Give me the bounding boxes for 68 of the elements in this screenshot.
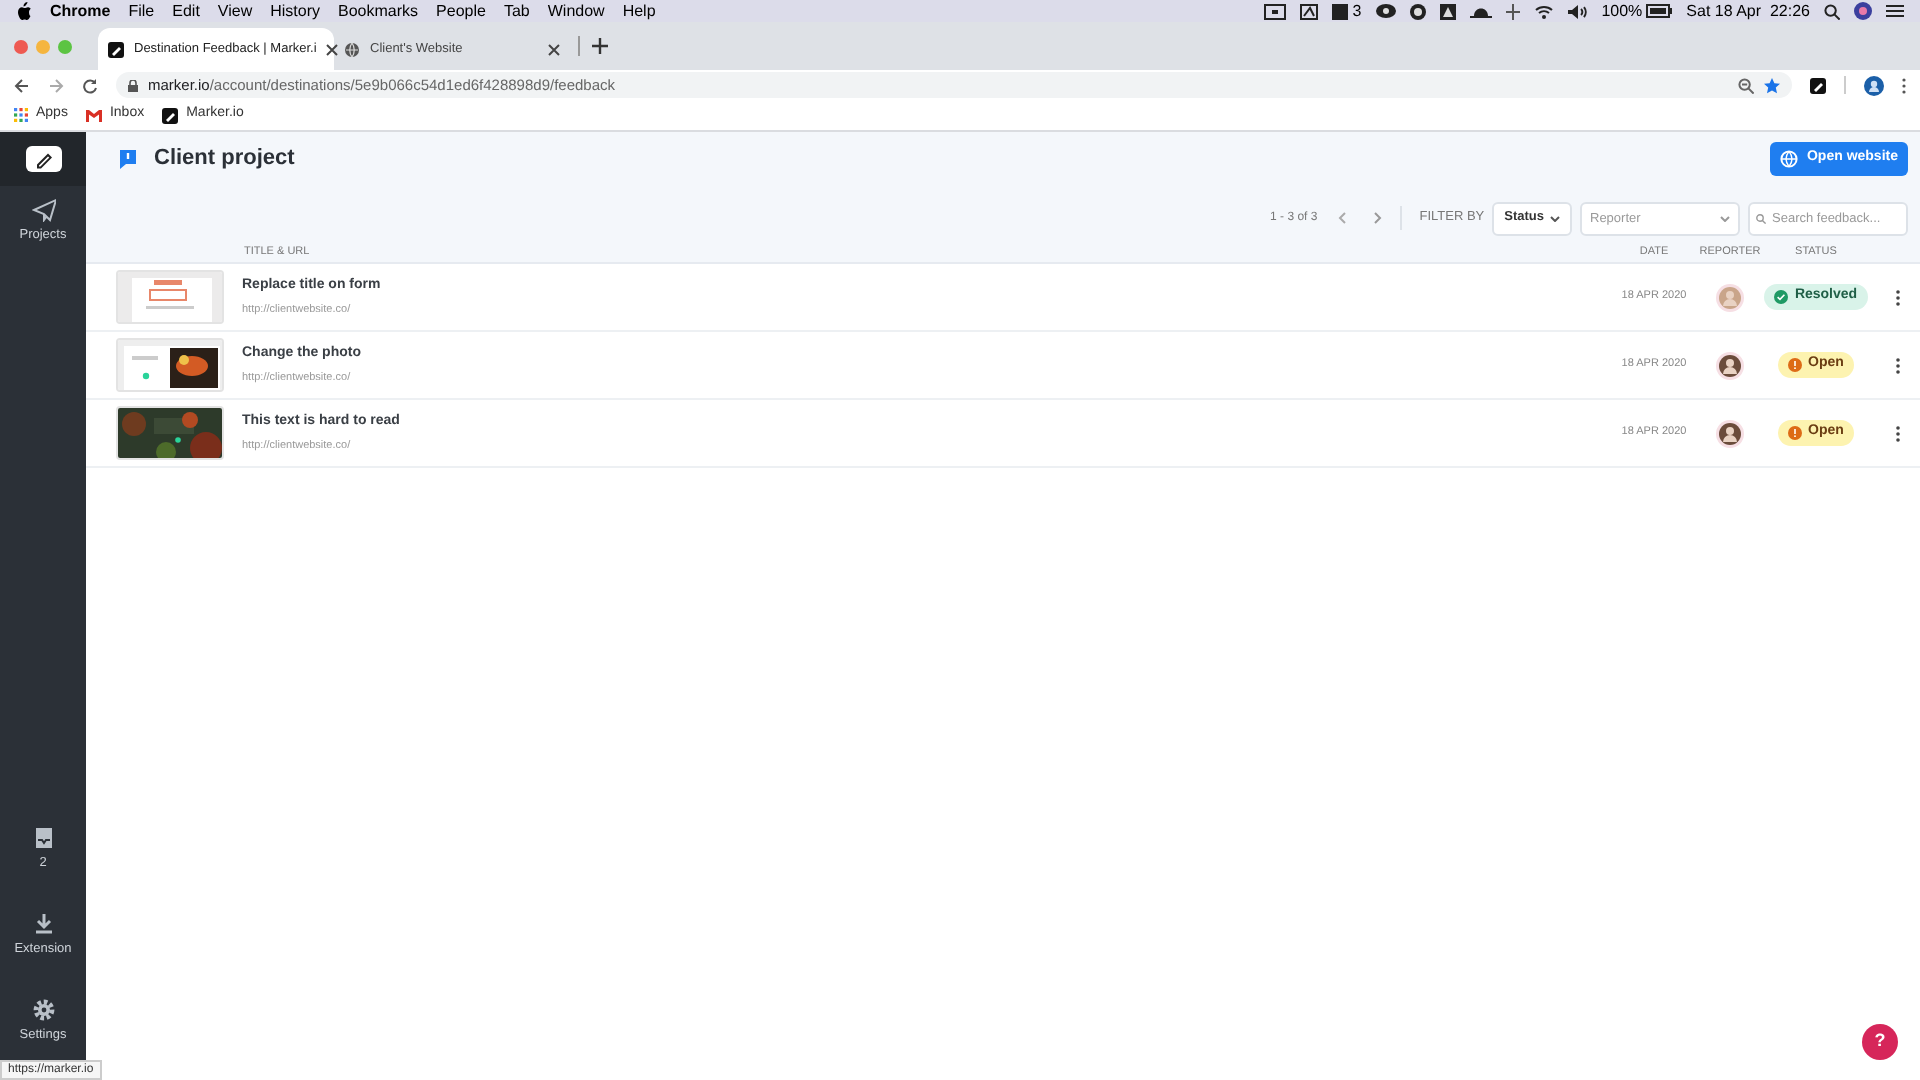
app-icon [1332,3,1349,19]
menu-item[interactable]: Chrome [50,0,111,23]
screen-icon [1264,3,1287,19]
menu-item[interactable]: Edit [172,0,200,23]
globe-icon [1780,150,1799,168]
battery-icon [1646,4,1673,18]
alert-circle-icon [1788,358,1803,372]
chevron-left-icon [1337,212,1346,224]
new-tab-button[interactable] [588,34,612,58]
avatar-icon [1716,351,1744,379]
profile-avatar-icon [1864,75,1884,95]
zoom-icon [1738,77,1754,93]
download-icon [31,912,55,936]
eye-icon [1375,4,1396,18]
menu-item[interactable]: Window [547,0,605,23]
chevron-right-icon [1373,212,1382,224]
extension-icon [1810,77,1826,93]
forward-icon [48,77,64,93]
reload-icon [82,77,98,93]
cast-icon [1300,3,1319,19]
siri-icon [1854,2,1872,20]
pen-logo-icon [162,107,179,123]
search-icon [1824,3,1840,19]
star-icon [1764,77,1780,93]
menu-item[interactable]: Bookmarks [338,0,419,23]
move-icon [1505,3,1520,19]
clock: Sat 18 Apr 22:26 [1686,0,1810,23]
inbox-icon [31,826,55,850]
traffic-minimize-button[interactable] [36,39,50,53]
plus-icon [592,38,608,54]
paper-plane-icon [31,198,55,222]
pen-logo-icon [25,146,61,172]
avatar-icon [1716,419,1744,447]
volume-icon [1567,3,1588,19]
battery-percent: 100% [1601,0,1643,23]
chevron-down-icon [1720,215,1730,221]
globe-icon [344,41,360,57]
flag-chat-icon [118,148,138,170]
apple-icon [16,2,32,20]
hat-icon [1469,4,1492,18]
check-circle-icon [1774,290,1789,304]
wifi-icon [1533,3,1554,19]
next-page-button[interactable] [1373,212,1382,224]
traffic-close-button[interactable] [14,39,28,53]
menu-item[interactable]: History [270,0,321,23]
menu-item[interactable]: File [128,0,155,23]
lock-icon [128,79,138,91]
menu-item[interactable]: Help [622,0,656,23]
project-title: Client project [154,144,295,175]
chevron-down-icon [1550,215,1560,221]
traffic-zoom-button[interactable] [58,39,72,53]
settings-icon [31,998,55,1022]
menu-item[interactable]: People [436,0,486,23]
mail-icon [85,109,102,121]
search-icon [1756,213,1766,223]
list-icon [1886,4,1904,18]
close-icon [548,43,560,55]
help-button[interactable]: ? [1862,1024,1898,1060]
alert-circle-icon [1788,426,1803,440]
menu-item[interactable]: Tab [503,0,530,23]
close-icon [326,43,339,55]
menu-item[interactable]: View [217,0,253,23]
back-icon [14,77,30,93]
pen-logo-icon [108,41,124,57]
apps-grid-icon [14,108,28,122]
previous-page-button[interactable] [1337,212,1346,224]
avatar-icon [1716,283,1744,311]
badge-count: 3 [1352,0,1362,23]
